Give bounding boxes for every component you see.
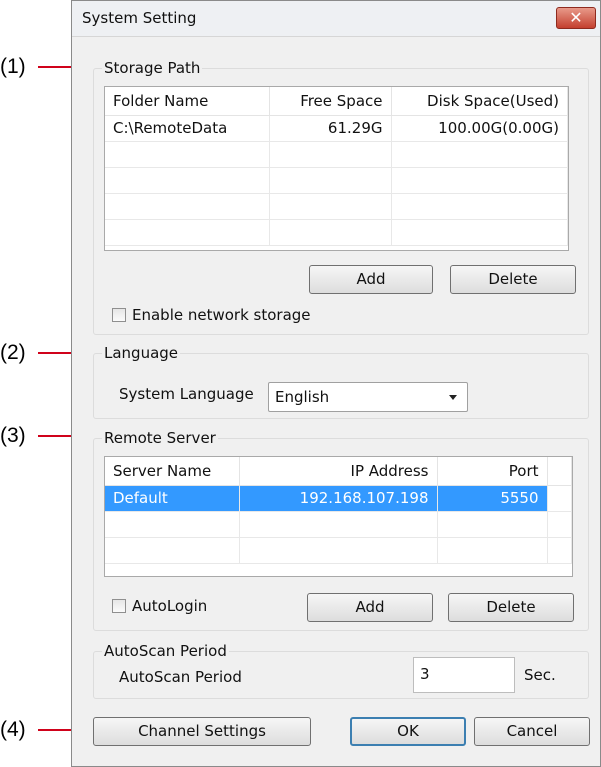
language-title: Language [102, 344, 181, 362]
system-language-label: System Language [119, 385, 254, 403]
column-header-blank [547, 457, 572, 486]
storage-path-title: Storage Path [102, 59, 203, 77]
storage-path-table[interactable]: Folder Name Free Space Disk Space(Used) … [104, 86, 569, 251]
channel-settings-button[interactable]: Channel Settings [93, 717, 311, 746]
enable-network-storage-checkbox[interactable]: Enable network storage [112, 306, 311, 324]
column-header-ip-address[interactable]: IP Address [239, 457, 438, 486]
server-name-cell: Default [105, 485, 240, 512]
remote-delete-button[interactable]: Delete [448, 593, 574, 622]
column-header-folder-name[interactable]: Folder Name [105, 87, 270, 116]
column-header-free-space[interactable]: Free Space [269, 87, 392, 116]
column-header-server-name[interactable]: Server Name [105, 457, 240, 486]
ok-button[interactable]: OK [350, 717, 466, 746]
callout-number: (2) [0, 341, 26, 364]
storage-add-button[interactable]: Add [309, 265, 433, 294]
folder-name-cell: C:\RemoteData [105, 115, 270, 142]
cancel-button[interactable]: Cancel [474, 717, 590, 746]
window-title: System Setting [82, 9, 197, 27]
autoscan-title: AutoScan Period [102, 642, 229, 660]
empty-row [105, 141, 568, 168]
column-header-disk-space[interactable]: Disk Space(Used) [391, 87, 568, 116]
callout-number: (1) [0, 55, 26, 78]
table-row[interactable]: C:\RemoteData 61.29G 100.00G(0.00G) [105, 115, 568, 142]
checkbox-box[interactable] [112, 599, 126, 613]
port-cell: 5550 [437, 485, 548, 512]
autoscan-period-input[interactable]: 3 [413, 657, 515, 693]
free-space-cell: 61.29G [269, 115, 392, 142]
empty-row [105, 167, 568, 194]
storage-delete-button[interactable]: Delete [450, 265, 576, 294]
remote-add-button[interactable]: Add [307, 593, 433, 622]
remote-server-table[interactable]: Server Name IP Address Port Default 192.… [104, 456, 573, 577]
empty-row [105, 511, 572, 538]
seconds-unit-label: Sec. [524, 666, 556, 684]
system-setting-dialog: System Setting ✕ Storage Path Folder Nam… [71, 0, 601, 767]
callout-number: (3) [0, 424, 26, 447]
checkbox-box[interactable] [112, 308, 126, 322]
table-row-selected[interactable]: Default 192.168.107.198 5550 [105, 485, 572, 512]
table-header: Folder Name Free Space Disk Space(Used) [105, 87, 568, 116]
system-language-select[interactable]: English [268, 382, 468, 412]
autoscan-label: AutoScan Period [119, 668, 242, 686]
autologin-checkbox[interactable]: AutoLogin [112, 597, 207, 615]
callout-number: (4) [0, 718, 26, 741]
close-button[interactable]: ✕ [556, 7, 596, 29]
checkbox-label: Enable network storage [132, 306, 311, 324]
chevron-down-icon [449, 395, 457, 400]
remote-server-title: Remote Server [102, 429, 218, 447]
title-bar: System Setting ✕ [72, 1, 600, 37]
empty-row [105, 193, 568, 220]
selected-language: English [275, 388, 330, 406]
disk-space-cell: 100.00G(0.00G) [391, 115, 568, 142]
close-icon: ✕ [569, 8, 583, 27]
table-header: Server Name IP Address Port [105, 457, 572, 486]
checkbox-label: AutoLogin [132, 597, 208, 615]
empty-row [105, 537, 572, 564]
column-header-port[interactable]: Port [437, 457, 548, 486]
ip-address-cell: 192.168.107.198 [239, 485, 438, 512]
empty-row [105, 219, 568, 246]
